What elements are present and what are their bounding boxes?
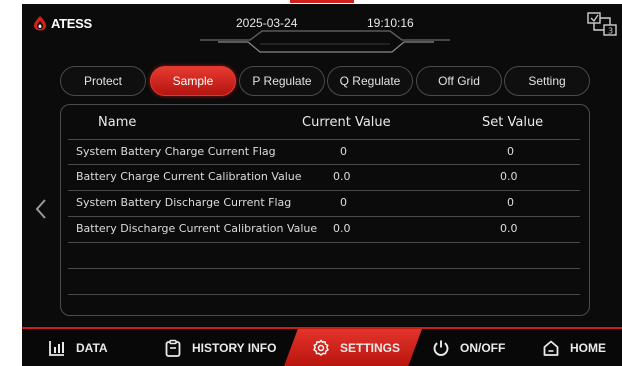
nav-settings-button[interactable]: SETTINGS (312, 329, 400, 366)
clipboard-icon (165, 339, 181, 357)
tab-setting[interactable]: Setting (504, 66, 590, 96)
nav-history-info-label: HISTORY INFO (192, 340, 277, 355)
row-name: System Battery Charge Current Flag (76, 145, 276, 158)
row-set-value[interactable]: 0 (507, 196, 514, 209)
power-icon (433, 340, 449, 356)
row-current-value: 0.0 (333, 170, 351, 183)
column-header-current-value: Current Value (302, 115, 391, 130)
row-divider (68, 190, 580, 191)
brand-name: ATESS (51, 15, 92, 31)
row-divider (68, 242, 580, 243)
row-set-value[interactable]: 0.0 (500, 170, 518, 183)
row-divider (68, 294, 580, 295)
nav-settings-label: SETTINGS (340, 340, 401, 355)
tab-p-regulate[interactable]: P Regulate (239, 66, 325, 96)
row-divider (68, 139, 580, 140)
sample-table-panel (60, 104, 590, 316)
network-status-icon[interactable]: 3 (586, 11, 618, 37)
row-current-value: 0.0 (333, 222, 351, 235)
row-name: Battery Charge Current Calibration Value (76, 170, 302, 183)
chevron-left-icon[interactable] (34, 198, 48, 220)
nav-home-button[interactable]: HOME (542, 329, 606, 366)
row-divider (68, 164, 580, 165)
row-name: Battery Discharge Current Calibration Va… (76, 222, 318, 235)
home-icon (543, 340, 559, 356)
row-current-value: 0 (340, 145, 347, 158)
flame-logo-icon (34, 16, 46, 31)
row-current-value: 0 (340, 196, 347, 209)
header-ornament (200, 30, 450, 53)
svg-text:3: 3 (608, 27, 613, 36)
nav-data-label: DATA (76, 340, 108, 355)
column-header-name: Name (98, 115, 137, 130)
nav-on-off-button[interactable]: ON/OFF (432, 329, 505, 366)
row-set-value[interactable]: 0 (507, 145, 514, 158)
nav-history-info-button[interactable]: HISTORY INFO (164, 329, 276, 366)
tab-off-grid[interactable]: Off Grid (416, 66, 502, 96)
gear-icon (313, 338, 329, 356)
top-accent-mark (290, 0, 354, 3)
column-header-set-value: Set Value (482, 115, 544, 130)
tab-q-regulate[interactable]: Q Regulate (327, 66, 413, 96)
bar-chart-icon (49, 340, 64, 356)
tab-sample[interactable]: Sample (150, 66, 236, 96)
device-screen: ATESS 2025-03-24 19:10:16 3 Protect Samp… (22, 0, 622, 366)
row-name: System Battery Discharge Current Flag (76, 196, 292, 209)
nav-home-label: HOME (570, 340, 606, 355)
nav-on-off-label: ON/OFF (460, 340, 506, 355)
tab-protect[interactable]: Protect (60, 66, 146, 96)
top-bar-strip (22, 0, 622, 4)
nav-data-button[interactable]: DATA (48, 329, 108, 366)
brand-logo: ATESS (32, 15, 92, 31)
row-divider (68, 216, 580, 217)
row-set-value[interactable]: 0.0 (500, 222, 518, 235)
row-divider (68, 268, 580, 269)
